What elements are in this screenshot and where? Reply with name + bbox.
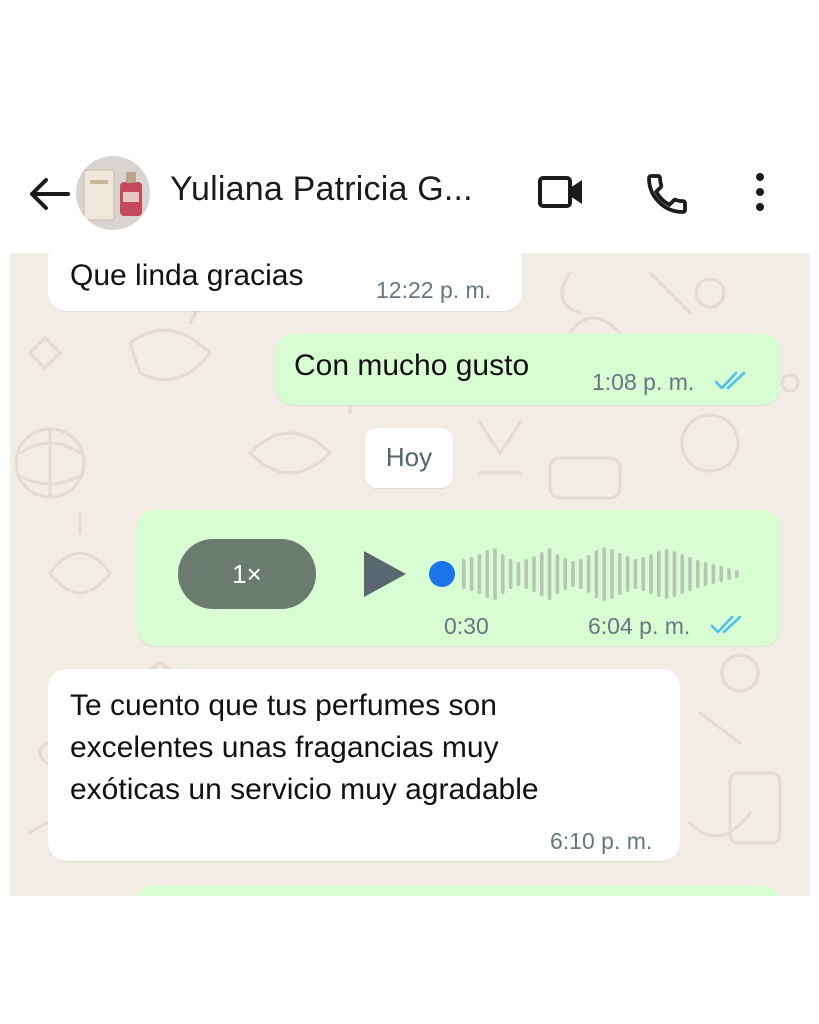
perfume-photo — [76, 156, 150, 230]
waveform-bar — [493, 548, 497, 600]
waveform-bar — [688, 557, 692, 591]
playback-speed-label: 1× — [232, 559, 262, 589]
waveform-bar — [555, 554, 560, 594]
read-ticks-icon — [714, 371, 746, 390]
waveform-bar — [664, 549, 669, 599]
waveform-bar — [649, 554, 653, 594]
outgoing-message-partial[interactable] — [137, 885, 780, 896]
message-text: Que linda gracias — [70, 259, 304, 292]
waveform-bar — [602, 547, 606, 601]
voice-waveform[interactable] — [428, 541, 748, 607]
waveform-bar — [680, 554, 684, 594]
outgoing-message[interactable]: Con mucho gusto 1:08 p. m. — [276, 333, 780, 405]
date-separator-label: Hoy — [385, 442, 433, 472]
waveform-bar — [719, 566, 723, 582]
waveform-bar — [462, 559, 466, 589]
message-line: Te cuento que tus perfumes son — [70, 689, 497, 722]
chat-area[interactable]: Que linda gracias 12:22 p. m. Con mucho … — [10, 253, 810, 896]
incoming-message[interactable]: Que linda gracias 12:22 p. m. — [48, 253, 522, 311]
waveform-bar — [508, 559, 513, 589]
waveform-bar — [696, 560, 700, 588]
incoming-message[interactable]: Te cuento que tus perfumes son excelente… — [48, 669, 680, 861]
waveform-bar — [586, 555, 591, 593]
message-line: exóticas un servicio muy agradable — [70, 773, 539, 806]
message-time: 1:08 p. m. — [592, 369, 695, 395]
waveform-bar — [516, 562, 521, 586]
message-time: 6:10 p. m. — [550, 828, 653, 854]
waveform-bar — [735, 570, 739, 578]
waveform-bar — [571, 561, 575, 587]
waveform-bar — [657, 551, 661, 597]
waveform-bar — [579, 559, 583, 589]
waveform-bar — [485, 550, 489, 598]
waveform-bar — [641, 557, 645, 591]
waveform-bar — [469, 557, 474, 591]
waveform-bar — [633, 559, 638, 589]
playback-speed-button[interactable]: 1× — [178, 539, 316, 609]
message-line: excelentes unas fragancias muy — [70, 731, 499, 764]
waveform-bar — [563, 558, 567, 590]
waveform-bar — [625, 556, 630, 592]
video-camera-icon[interactable] — [536, 172, 586, 212]
phone-icon[interactable] — [643, 170, 691, 218]
waveform-bar — [610, 549, 614, 599]
waveform-bar — [532, 556, 536, 592]
waveform-bar — [672, 551, 677, 597]
waveform-bar — [547, 548, 552, 600]
message-time: 6:04 p. m. — [588, 613, 691, 639]
message-time: 12:22 p. m. — [376, 277, 492, 303]
waveform-bar — [524, 559, 528, 589]
waveform-bar — [618, 553, 622, 595]
contact-name[interactable]: Yuliana Patricia G... — [170, 170, 473, 209]
voice-duration: 0:30 — [444, 613, 489, 639]
waveform-bar — [727, 568, 731, 580]
waveform-bar — [711, 564, 716, 584]
message-text: Con mucho gusto — [294, 349, 530, 382]
waveform-bar — [703, 562, 708, 586]
waveform-bar — [477, 554, 482, 594]
play-icon[interactable] — [360, 547, 410, 601]
arrow-left-icon[interactable] — [26, 176, 70, 212]
vertical-dots-icon[interactable] — [748, 170, 772, 214]
playback-position-dot[interactable] — [429, 561, 455, 587]
read-ticks-icon — [710, 615, 742, 634]
waveform-bar — [501, 554, 505, 594]
waveform-bar — [594, 550, 599, 598]
chat-header: Yuliana Patricia G... — [0, 150, 819, 240]
avatar[interactable] — [76, 156, 150, 230]
waveform-bar — [540, 552, 544, 596]
date-separator: Hoy — [365, 428, 453, 488]
